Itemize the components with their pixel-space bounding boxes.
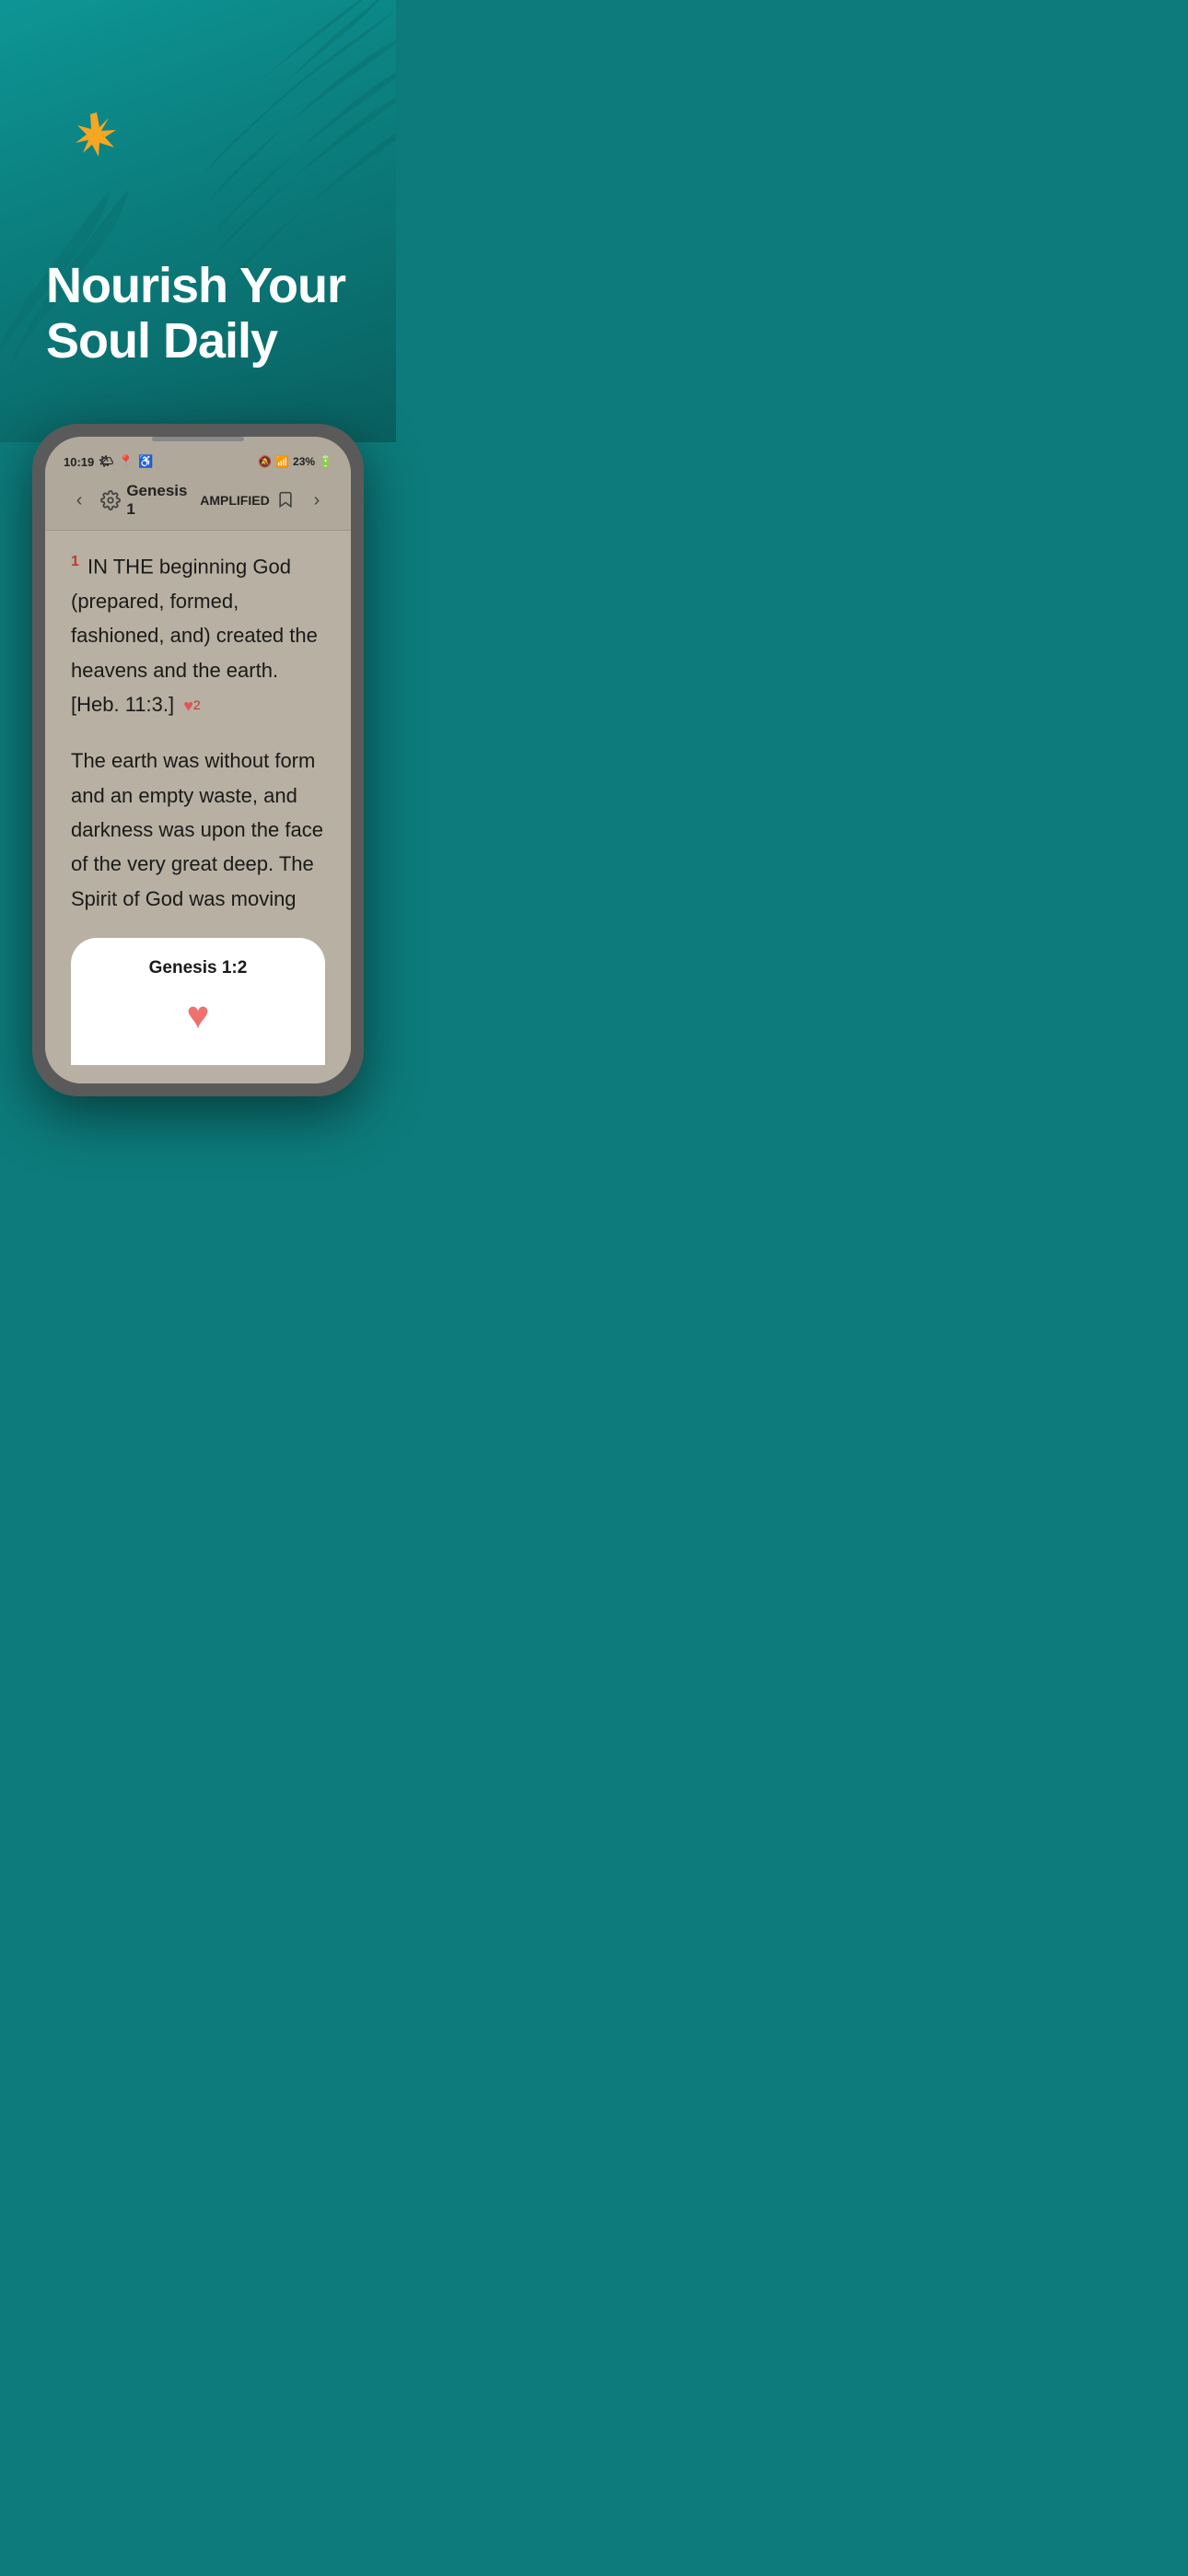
wifi-icon: 📶 bbox=[275, 455, 289, 468]
battery-label: 23% bbox=[293, 455, 315, 468]
bible-content: 1 IN THE beginning God (prepared, formed… bbox=[45, 531, 351, 1083]
verse-1: 1 IN THE beginning God (prepared, formed… bbox=[71, 549, 325, 721]
status-time: 10:19 bbox=[64, 455, 94, 469]
back-button[interactable]: ‹ bbox=[64, 484, 95, 517]
hero-title: Nourish Your Soul Daily bbox=[46, 259, 345, 369]
phone-mockup: 10:19 🌤 📍 ♿ 🔕 📶 23% 🔋 ‹ bbox=[32, 424, 364, 1096]
verse-1-heart-count: 2 bbox=[193, 695, 201, 717]
weather-icon: 🌤 bbox=[99, 454, 114, 469]
battery-icon: 🔋 bbox=[319, 455, 332, 468]
verse-1-text: IN THE beginning God (prepared, formed, … bbox=[71, 555, 318, 716]
status-left: 10:19 🌤 📍 ♿ bbox=[64, 454, 153, 469]
forward-button[interactable]: › bbox=[301, 484, 332, 517]
nav-book-title: Genesis 1 bbox=[126, 482, 192, 519]
accessibility-icon: ♿ bbox=[138, 454, 153, 469]
settings-button[interactable] bbox=[95, 484, 126, 517]
bottom-card: Genesis 1:2 ♥ bbox=[71, 938, 325, 1065]
bottom-card-reference: Genesis 1:2 bbox=[93, 958, 303, 978]
star-burst-icon bbox=[74, 111, 120, 157]
status-bar: 10:19 🌤 📍 ♿ 🔕 📶 23% 🔋 bbox=[45, 445, 351, 474]
verse-2-text: The earth was without form and an empty … bbox=[71, 749, 323, 910]
location-icon: 📍 bbox=[119, 454, 134, 469]
verse-2: The earth was without form and an empty … bbox=[71, 744, 325, 916]
nav-bar: ‹ Genesis 1 AMPLIFIED › bbox=[45, 474, 351, 531]
nav-center: Genesis 1 AMPLIFIED bbox=[126, 482, 269, 519]
verse-1-heart-icon[interactable]: ♥ bbox=[183, 692, 193, 720]
phone-notch bbox=[45, 437, 351, 445]
nav-version-label: AMPLIFIED bbox=[200, 493, 269, 508]
status-right: 🔕 📶 23% 🔋 bbox=[258, 455, 332, 468]
bottom-heart-icon[interactable]: ♥ bbox=[93, 993, 303, 1037]
hero-section: Nourish Your Soul Daily bbox=[0, 0, 396, 442]
bookmark-button[interactable] bbox=[270, 484, 301, 517]
silent-icon: 🔕 bbox=[258, 455, 272, 468]
verse-1-number: 1 bbox=[71, 554, 79, 569]
leaf-top-right-icon bbox=[129, 0, 396, 295]
